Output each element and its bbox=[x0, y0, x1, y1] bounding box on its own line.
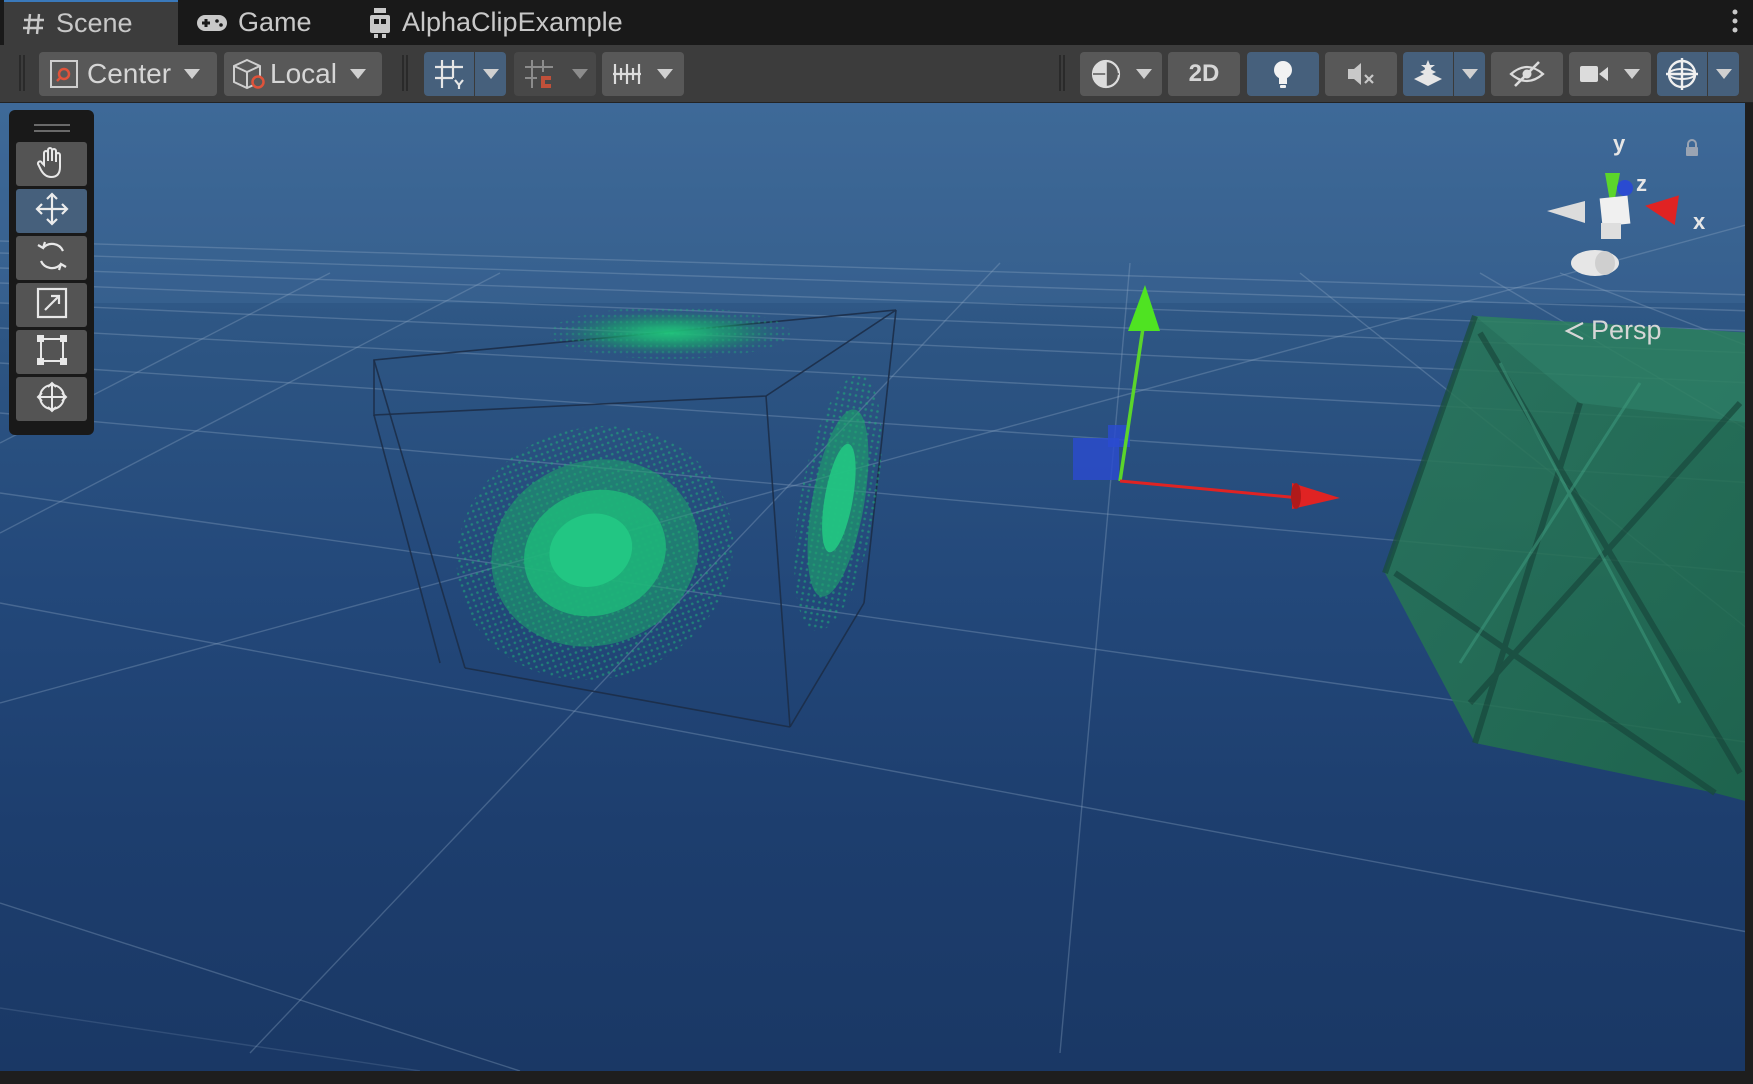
gizmo-z-cone bbox=[1617, 180, 1633, 196]
toggle-2d-label: 2D bbox=[1188, 60, 1220, 87]
chevron-down-icon[interactable] bbox=[564, 68, 595, 80]
speaker-muted-icon bbox=[1346, 60, 1376, 88]
grid-snapping-toggle[interactable] bbox=[514, 52, 596, 96]
pivot-rotation-label: Local bbox=[270, 58, 337, 89]
grid-visibility-toggle[interactable] bbox=[424, 52, 506, 96]
palette-drag-handle[interactable] bbox=[34, 124, 70, 132]
chevron-down-icon[interactable] bbox=[1454, 68, 1485, 80]
tab-bar: Scene Game AlphaClipExample bbox=[0, 0, 1753, 46]
chevron-down-icon bbox=[183, 68, 201, 80]
alpha-clip-discs bbox=[456, 307, 882, 680]
scale-icon bbox=[35, 286, 69, 325]
transform-tool-button[interactable] bbox=[16, 377, 87, 421]
crate-object bbox=[1382, 315, 1753, 803]
toolbar-grip[interactable] bbox=[1059, 55, 1065, 91]
gizmo-sphere-icon bbox=[1657, 57, 1707, 91]
move-handle-gizmo bbox=[1073, 285, 1340, 509]
draw-mode-dropdown[interactable] bbox=[1080, 52, 1162, 96]
lightbulb-icon bbox=[1271, 58, 1295, 90]
pivot-mode-label: Center bbox=[87, 58, 172, 89]
move-icon bbox=[34, 191, 70, 232]
tab-game-label: Game bbox=[238, 7, 312, 37]
shading-mode-icon bbox=[1080, 58, 1132, 90]
gizmo-center-cube bbox=[1599, 195, 1631, 227]
scene-toolbar: Center Local 2D bbox=[0, 45, 1753, 103]
toggle-2d-button[interactable]: 2D bbox=[1168, 52, 1240, 96]
camera-icon bbox=[1569, 62, 1619, 86]
audio-toggle[interactable] bbox=[1325, 52, 1397, 96]
tab-scene[interactable]: Scene bbox=[4, 0, 178, 45]
viewport-right-edge bbox=[1745, 103, 1753, 1071]
rect-icon bbox=[35, 333, 69, 372]
gizmo-x-label: x bbox=[1693, 209, 1706, 234]
chevron-left-icon bbox=[1563, 319, 1587, 343]
scale-tool-button[interactable] bbox=[16, 283, 87, 327]
scene-visibility-toggle[interactable] bbox=[1491, 52, 1563, 96]
tab-alphaclipexample[interactable]: AlphaClipExample bbox=[368, 0, 623, 45]
grid-snap-icon bbox=[514, 58, 564, 90]
gizmo-neg-x-cone bbox=[1547, 201, 1585, 223]
grid-axis-icon bbox=[424, 58, 474, 90]
hash-icon bbox=[22, 12, 46, 36]
tab-game[interactable]: Game bbox=[196, 0, 312, 45]
rect-tool-button[interactable] bbox=[16, 330, 87, 374]
projection-label: Persp bbox=[1591, 315, 1662, 345]
pivot-rotation-dropdown[interactable]: Local bbox=[224, 52, 382, 96]
local-space-icon bbox=[232, 58, 266, 90]
toolbar-grip[interactable] bbox=[402, 55, 408, 91]
projection-toggle[interactable]: Persp bbox=[1563, 315, 1662, 346]
pivot-center-icon bbox=[49, 59, 79, 89]
scene-render bbox=[0, 103, 1753, 1071]
chevron-down-icon bbox=[1132, 68, 1156, 80]
hand-tool-button[interactable] bbox=[16, 142, 87, 186]
gizmo-z-label: z bbox=[1636, 171, 1647, 196]
scene-viewport[interactable]: y z x Persp bbox=[0, 103, 1753, 1071]
gizmo-y-label: y bbox=[1613, 131, 1626, 156]
chevron-down-icon bbox=[1619, 68, 1645, 80]
transform-icon bbox=[34, 379, 70, 420]
ruler-icon bbox=[602, 60, 652, 88]
rotate-icon bbox=[35, 239, 69, 278]
lighting-toggle[interactable] bbox=[1247, 52, 1319, 96]
more-options-icon[interactable] bbox=[1731, 8, 1739, 39]
gamepad-icon bbox=[196, 12, 228, 34]
chevron-down-icon bbox=[652, 68, 678, 80]
lock-icon[interactable] bbox=[1684, 139, 1700, 162]
gizmo-x-cone bbox=[1645, 195, 1679, 226]
effects-layers-icon bbox=[1403, 58, 1453, 90]
status-strip bbox=[0, 1071, 1753, 1084]
eye-hidden-icon bbox=[1509, 60, 1545, 88]
pivot-mode-dropdown[interactable]: Center bbox=[39, 52, 217, 96]
gizmos-dropdown[interactable] bbox=[1657, 52, 1739, 96]
camera-settings-dropdown[interactable] bbox=[1569, 52, 1651, 96]
tab-alphaclipexample-label: AlphaClipExample bbox=[402, 7, 623, 37]
increment-snapping-dropdown[interactable] bbox=[602, 52, 684, 96]
hand-icon bbox=[35, 145, 69, 184]
tool-palette bbox=[9, 110, 94, 435]
tab-scene-label: Scene bbox=[56, 8, 133, 38]
move-tool-button[interactable] bbox=[16, 189, 87, 233]
rotate-tool-button[interactable] bbox=[16, 236, 87, 280]
chevron-down-icon[interactable] bbox=[1708, 68, 1739, 80]
chevron-down-icon[interactable] bbox=[475, 68, 506, 80]
toolbar-grip[interactable] bbox=[19, 55, 25, 91]
effects-dropdown[interactable] bbox=[1403, 52, 1485, 96]
prefab-icon bbox=[368, 7, 392, 39]
chevron-down-icon bbox=[349, 68, 367, 80]
